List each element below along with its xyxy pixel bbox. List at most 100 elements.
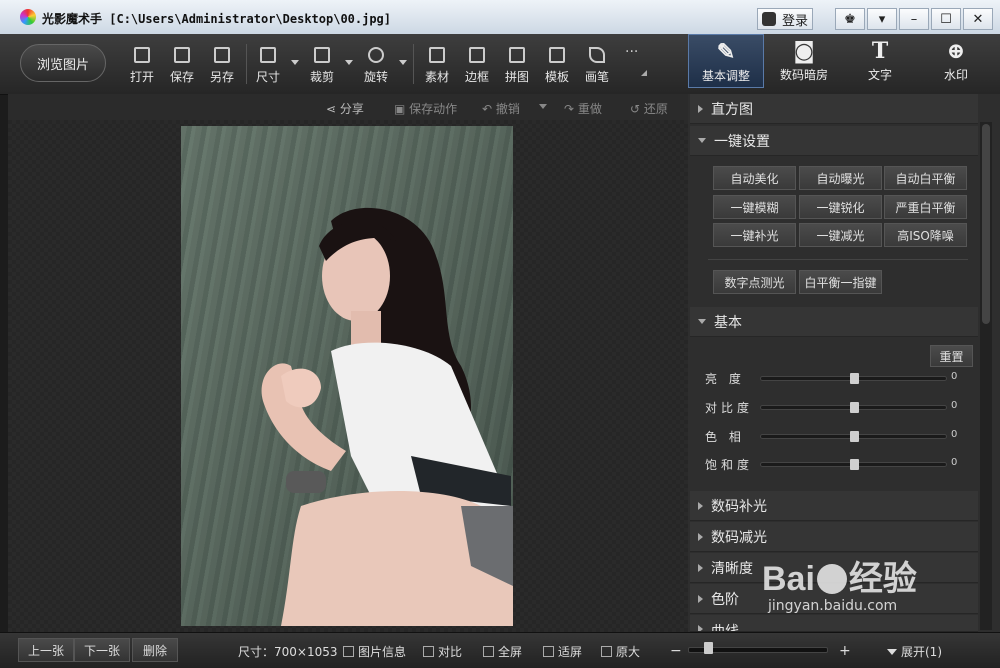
compare-button[interactable]: 对比 [423,643,462,660]
watermark-icon: ⊕ [946,38,966,64]
hue-slider-thumb[interactable] [849,431,859,442]
brightness-label: 亮 度 [705,372,745,386]
close-button[interactable]: ✕ [963,8,993,30]
image-info-button[interactable]: 图片信息 [343,643,406,660]
save-button[interactable]: 保存 [162,44,202,86]
restore-button[interactable]: ↺ 还原 [630,100,668,117]
zoom-slider-thumb[interactable] [704,642,713,654]
fullscreen-icon [483,646,494,657]
delete-button[interactable]: 删除 [132,638,178,662]
auto-exposure-button[interactable]: 自动曝光 [799,166,882,190]
chevron-down-icon [887,649,897,655]
frame-button[interactable]: 边框 [457,44,497,86]
crop-dropdown-icon[interactable] [345,60,353,65]
resize-button[interactable]: 尺寸 [248,44,288,86]
spot-metering-button[interactable]: 数字点测光 [713,270,796,294]
crop-button[interactable]: 裁剪 [302,44,342,86]
redo-button[interactable]: ↷ 重做 [564,100,602,117]
user-icon [761,12,776,26]
section-fill-light[interactable]: 数码补光 [690,491,978,521]
brightness-value: 0 [951,371,958,382]
save-as-button[interactable]: 另存 [202,44,242,86]
material-button[interactable]: 素材 [417,44,457,86]
undo-dropdown-icon[interactable] [539,104,547,109]
minimize-button[interactable]: – [899,8,929,30]
expand-corner-icon[interactable] [641,70,647,76]
tab-watermark[interactable]: ⊕ 水印 [918,34,994,88]
brush-button[interactable]: 画笔 [577,44,617,86]
restore-icon: ↺ [630,102,644,116]
auto-beautify-button[interactable]: 自动美化 [713,166,796,190]
resize-dropdown-icon[interactable] [291,60,299,65]
panel-scrollbar-thumb[interactable] [982,124,990,324]
auto-white-balance-button[interactable]: 自动白平衡 [884,166,967,190]
photo-preview[interactable] [181,126,513,626]
panel-divider [708,259,968,260]
rotate-button[interactable]: 旋转 [356,44,396,86]
maximize-button[interactable]: ☐ [931,8,961,30]
expand-arrow-icon [698,501,703,510]
save-icon [174,47,190,63]
rotate-dropdown-icon[interactable] [399,60,407,65]
tab-text[interactable]: T 文字 [842,34,918,88]
photo-illustration [181,126,513,626]
collapse-arrow-icon [698,138,706,143]
toolbar-divider [246,44,247,84]
section-reduce-light[interactable]: 数码减光 [690,522,978,552]
brightness-slider-thumb[interactable] [849,373,859,384]
zoom-in-button[interactable]: + [839,643,851,659]
section-one-click[interactable]: 一键设置 [690,126,978,156]
zoom-out-button[interactable]: − [670,643,682,659]
previous-image-button[interactable]: 上一张 [18,638,74,662]
image-size-text: 尺寸：700×1053 [238,645,338,659]
fit-screen-button[interactable]: 适屏 [543,643,582,660]
section-curves[interactable]: 曲线 [690,615,978,632]
next-image-button[interactable]: 下一张 [74,638,130,662]
contrast-value: 0 [951,400,958,411]
resize-icon [260,47,276,63]
tab-basic-adjust[interactable]: ✎ 基本调整 [688,34,764,88]
camera-icon: ◙ [793,38,815,64]
collage-button[interactable]: 拼图 [497,44,537,86]
share-button[interactable]: ⋖ 分享 [326,100,364,117]
save-action-button[interactable]: ▣ 保存动作 [394,100,457,117]
one-click-reduce-light-button[interactable]: 一键减光 [799,223,882,247]
fullscreen-button[interactable]: 全屏 [483,643,522,660]
expand-arrow-icon [698,104,703,113]
browse-images-button[interactable]: 浏览图片 [20,44,106,82]
section-histogram[interactable]: 直方图 [690,94,978,124]
menu-button[interactable]: ▾ [867,8,897,30]
white-balance-pick-button[interactable]: 白平衡一指键 [799,270,882,294]
skin-button[interactable]: ♚ [835,8,865,30]
undo-icon: ↶ [482,102,496,116]
one-click-blur-button[interactable]: 一键模糊 [713,195,796,219]
contrast-slider-thumb[interactable] [849,402,859,413]
save-action-icon: ▣ [394,102,410,116]
saturation-slider-thumb[interactable] [849,459,859,470]
original-size-button[interactable]: 原大 [601,643,640,660]
template-button[interactable]: 模板 [537,44,577,86]
reset-button[interactable]: 重置 [930,345,973,367]
section-basic[interactable]: 基本 [690,307,978,337]
strong-white-balance-button[interactable]: 严重白平衡 [884,195,967,219]
expand-arrow-icon [698,594,703,603]
login-button[interactable]: 登录 [757,8,813,30]
baidu-watermark: Bai 经验 jingyan.baidu.com [762,560,917,614]
brush-icon [589,47,605,63]
one-click-fill-light-button[interactable]: 一键补光 [713,223,796,247]
open-button[interactable]: 打开 [122,44,162,86]
redo-icon: ↷ [564,102,578,116]
undo-button[interactable]: ↶ 撤销 [482,100,520,117]
hue-label: 色 相 [705,430,745,444]
one-click-sharpen-button[interactable]: 一键锐化 [799,195,882,219]
high-iso-denoise-button[interactable]: 高ISO降噪 [884,223,967,247]
tab-darkroom[interactable]: ◙ 数码暗房 [766,34,842,88]
rotate-icon [368,47,384,63]
collapse-arrow-icon [698,319,706,324]
info-icon [343,646,354,657]
expand-arrow-icon [698,625,703,631]
open-icon [134,47,150,63]
fit-screen-icon [543,646,554,657]
expand-filmstrip-button[interactable]: 展开(1) [887,643,942,660]
more-tools-button[interactable]: ··· [625,44,638,60]
